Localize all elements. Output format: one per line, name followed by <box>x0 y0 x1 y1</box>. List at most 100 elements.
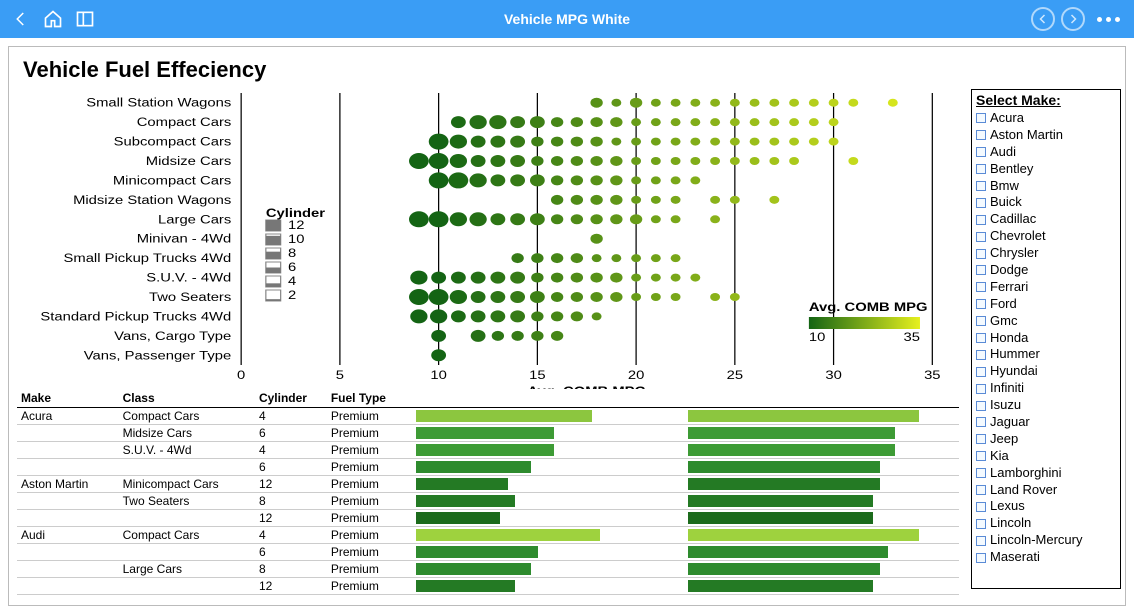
scatter-point[interactable] <box>429 211 449 227</box>
scatter-point[interactable] <box>451 272 466 284</box>
scatter-point[interactable] <box>690 176 700 184</box>
scatter-point[interactable] <box>490 272 505 284</box>
scatter-point[interactable] <box>710 196 720 204</box>
scatter-point[interactable] <box>551 137 563 147</box>
scatter-point[interactable] <box>531 273 543 283</box>
scatter-point[interactable] <box>611 138 621 146</box>
scatter-point[interactable] <box>730 99 740 107</box>
scatter-point[interactable] <box>510 116 525 128</box>
scatter-point[interactable] <box>511 253 523 263</box>
make-filter-item[interactable]: Hyundai <box>976 363 1116 380</box>
scatter-point[interactable] <box>471 272 486 284</box>
scatter-point[interactable] <box>571 253 583 263</box>
table-row[interactable]: 12Premium <box>17 578 959 595</box>
scatter-point[interactable] <box>510 174 525 186</box>
scatter-point[interactable] <box>471 136 486 148</box>
scatter-point[interactable] <box>671 157 681 165</box>
scatter-point[interactable] <box>449 172 469 188</box>
scatter-point[interactable] <box>651 99 661 107</box>
scatter-point[interactable] <box>671 138 681 146</box>
scatter-point[interactable] <box>551 117 563 127</box>
scatter-point[interactable] <box>671 118 681 126</box>
scatter-point[interactable] <box>551 175 563 185</box>
scatter-point[interactable] <box>530 291 545 303</box>
scatter-point[interactable] <box>690 157 700 165</box>
make-filter-item[interactable]: Lexus <box>976 498 1116 515</box>
home-button[interactable] <box>40 6 66 32</box>
scatter-point[interactable] <box>590 214 602 224</box>
make-filter-item[interactable]: Cadillac <box>976 211 1116 228</box>
scatter-point[interactable] <box>551 195 563 205</box>
scatter-point[interactable] <box>571 195 583 205</box>
scatter-point[interactable] <box>769 118 779 126</box>
table-row[interactable]: S.U.V. - 4Wd4Premium <box>17 442 959 459</box>
scatter-point[interactable] <box>730 138 740 146</box>
make-filter-item[interactable]: Acura <box>976 110 1116 127</box>
scatter-point[interactable] <box>429 289 449 305</box>
scatter-point[interactable] <box>571 137 583 147</box>
make-filter-item[interactable]: Ford <box>976 296 1116 313</box>
scatter-point[interactable] <box>610 273 622 283</box>
scatter-point[interactable] <box>409 289 429 305</box>
scatter-point[interactable] <box>651 138 661 146</box>
table-row[interactable]: 6Premium <box>17 459 959 476</box>
scatter-point[interactable] <box>829 118 839 126</box>
table-row[interactable]: Two Seaters8Premium <box>17 493 959 510</box>
scatter-point[interactable] <box>571 117 583 127</box>
scatter-point[interactable] <box>610 292 622 302</box>
scatter-point[interactable] <box>710 118 720 126</box>
scatter-point[interactable] <box>571 292 583 302</box>
scatter-point[interactable] <box>451 310 466 322</box>
scatter-point[interactable] <box>571 156 583 166</box>
scatter-point[interactable] <box>789 118 799 126</box>
scatter-point[interactable] <box>551 331 563 341</box>
scatter-point[interactable] <box>769 138 779 146</box>
scatter-point[interactable] <box>671 215 681 223</box>
scatter-point[interactable] <box>651 118 661 126</box>
scatter-point[interactable] <box>651 157 661 165</box>
scatter-point[interactable] <box>710 215 720 223</box>
make-filter-item[interactable]: Gmc <box>976 313 1116 330</box>
scatter-point[interactable] <box>631 157 641 165</box>
scatter-point[interactable] <box>750 138 760 146</box>
scatter-point[interactable] <box>531 156 543 166</box>
panel-toggle-button[interactable] <box>72 6 98 32</box>
scatter-point[interactable] <box>610 156 622 166</box>
scatter-point[interactable] <box>730 293 740 301</box>
make-filter-item[interactable]: Lamborghini <box>976 465 1116 482</box>
scatter-point[interactable] <box>531 311 543 321</box>
scatter-point[interactable] <box>769 196 779 204</box>
more-menu-button[interactable] <box>1091 11 1126 28</box>
scatter-point[interactable] <box>531 253 543 263</box>
scatter-point[interactable] <box>551 156 563 166</box>
scatter-point[interactable] <box>571 214 583 224</box>
table-row[interactable]: Aston MartinMinicompact Cars12Premium <box>17 476 959 493</box>
scatter-point[interactable] <box>471 291 486 303</box>
nav-forward-button[interactable] <box>1061 7 1085 31</box>
scatter-point[interactable] <box>651 274 661 282</box>
scatter-point[interactable] <box>431 272 446 284</box>
scatter-point[interactable] <box>592 254 602 262</box>
make-filter-item[interactable]: Chrysler <box>976 245 1116 262</box>
scatter-point[interactable] <box>490 310 505 322</box>
scatter-point[interactable] <box>690 99 700 107</box>
scatter-point[interactable] <box>631 274 641 282</box>
scatter-point[interactable] <box>551 253 563 263</box>
scatter-point[interactable] <box>690 274 700 282</box>
make-filter-item[interactable]: Audi <box>976 144 1116 161</box>
scatter-point[interactable] <box>592 312 602 320</box>
scatter-point[interactable] <box>829 138 839 146</box>
scatter-point[interactable] <box>510 310 525 322</box>
scatter-point[interactable] <box>651 254 661 262</box>
scatter-point[interactable] <box>710 138 720 146</box>
scatter-point[interactable] <box>829 99 839 107</box>
scatter-point[interactable] <box>789 138 799 146</box>
scatter-point[interactable] <box>809 118 819 126</box>
scatter-point[interactable] <box>590 137 602 147</box>
scatter-point[interactable] <box>490 291 505 303</box>
scatter-point[interactable] <box>610 214 622 224</box>
scatter-point[interactable] <box>471 155 486 167</box>
make-filter-item[interactable]: Infiniti <box>976 380 1116 397</box>
col-fueltype[interactable]: Fuel Type <box>327 389 414 408</box>
make-filter-item[interactable]: Chevrolet <box>976 228 1116 245</box>
